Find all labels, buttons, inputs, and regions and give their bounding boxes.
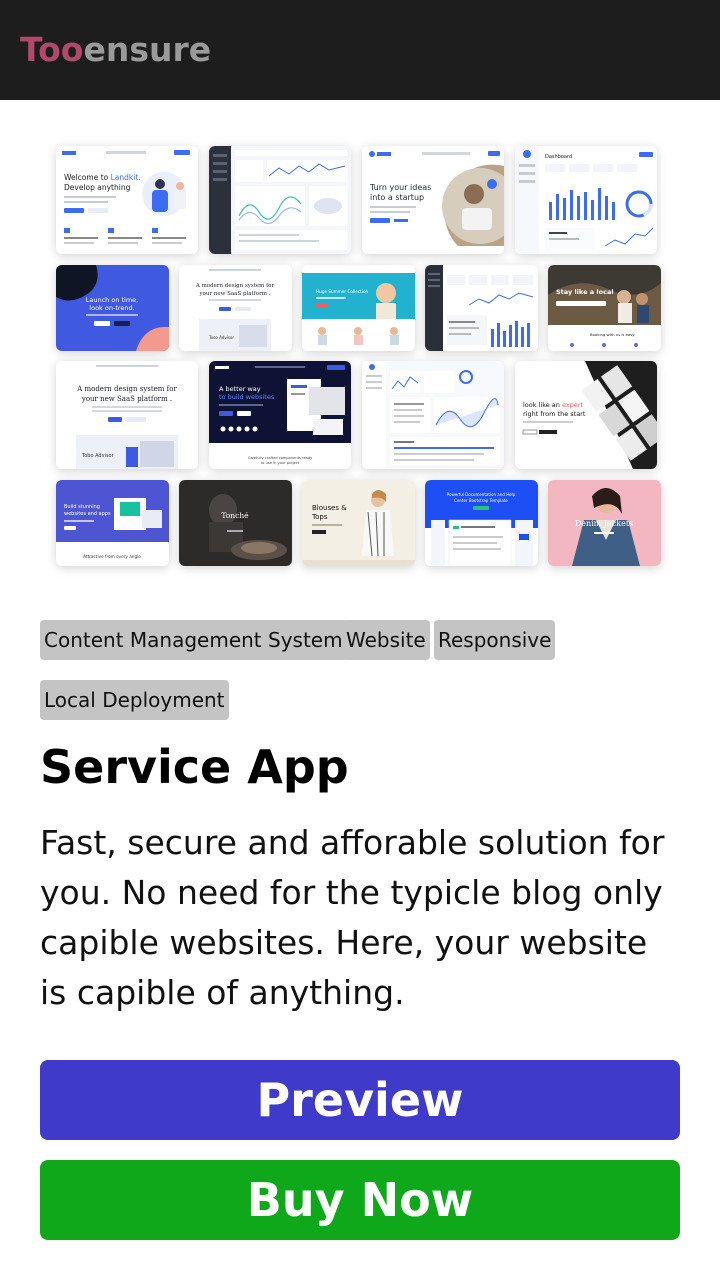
svg-text:Turn your ideas: Turn your ideas — [369, 183, 431, 192]
svg-text:Develop anything: Develop anything — [64, 183, 131, 192]
preview-tile-landkit: Welcome to Landkit. Develop anything — [56, 146, 198, 254]
preview-tile-stay-local: Stay like a local Booking with us is eas… — [548, 265, 661, 351]
svg-text:Dashboard: Dashboard — [545, 154, 572, 160]
svg-text:Carefully crafted components r: Carefully crafted components ready — [248, 456, 313, 460]
svg-text:Blouses &: Blouses & — [312, 504, 347, 512]
preview-tile-dashboard-dark — [209, 146, 351, 254]
svg-text:websites and apps: websites and apps — [64, 511, 111, 517]
preview-tile-dashboard: Dashboard — [515, 146, 657, 254]
svg-text:A modern design system for: A modern design system for — [76, 385, 177, 393]
logo-part-1: Too — [20, 30, 84, 69]
svg-text:to use in your project: to use in your project — [261, 461, 300, 465]
svg-text:Denim Jackets: Denim Jackets — [575, 519, 633, 528]
svg-text:Booking with us is easy: Booking with us is easy — [590, 332, 635, 337]
brand-logo[interactable]: Tooensure — [20, 30, 211, 69]
preview-tile-expert: look like an expert right from the start — [515, 361, 657, 469]
logo-part-2: ensure — [83, 30, 212, 69]
svg-text:right from the start: right from the start — [523, 410, 586, 418]
template-preview-collage: Welcome to Landkit. Develop anything Tur… — [40, 130, 680, 590]
preview-tile-launch: Launch on time, look on-trend. — [56, 265, 169, 351]
product-title: Service App — [40, 740, 349, 794]
preview-tile-build-stunning: Build stunning websites and apps Attract… — [56, 480, 169, 566]
preview-tile-admin-dark — [425, 265, 538, 351]
svg-text:your new SaaS platform .: your new SaaS platform . — [81, 395, 172, 403]
preview-tile-better-way: A better way to build websites Carefully… — [209, 361, 351, 469]
product-description: Fast, secure and afforable solution for … — [40, 823, 665, 1012]
preview-tile-denim: Denim Jackets — [548, 480, 661, 566]
preview-tile-documentation: Powerful Documentation and Help Center B… — [425, 480, 538, 566]
svg-text:into a startup: into a startup — [370, 193, 424, 202]
svg-text:Powerful Documentation and Hel: Powerful Documentation and Help — [447, 492, 516, 497]
svg-text:your new SaaS platform .: your new SaaS platform . — [199, 291, 271, 297]
svg-text:look like an expert: look like an expert — [523, 401, 583, 409]
svg-text:Center Bootstrap Template: Center Bootstrap Template — [454, 498, 508, 503]
svg-text:Build stunning: Build stunning — [64, 504, 100, 510]
svg-text:look on-trend.: look on-trend. — [89, 304, 134, 312]
preview-tile-blouses: Blouses & Tops — [302, 480, 415, 566]
svg-text:Tops: Tops — [311, 513, 328, 521]
preview-button[interactable]: Preview — [40, 1060, 680, 1140]
svg-text:Huge Summer Collection: Huge Summer Collection — [316, 289, 369, 294]
svg-text:Tobo Advisor: Tobo Advisor — [81, 453, 115, 459]
svg-text:A modern design system for: A modern design system for — [195, 283, 275, 289]
svg-text:Launch on time,: Launch on time, — [86, 296, 139, 304]
svg-text:Toco Advisor: Toco Advisor — [208, 335, 234, 340]
tag-website[interactable]: Website — [342, 620, 430, 660]
svg-text:to build websites: to build websites — [219, 393, 275, 401]
svg-text:Attractive from every angle: Attractive from every angle — [83, 554, 141, 559]
preview-tile-admin-light — [362, 361, 504, 469]
svg-text:Tonché: Tonché — [221, 511, 249, 520]
preview-tile-front: Turn your ideas into a startup — [362, 146, 504, 254]
preview-tile-saas-2: A modern design system for your new SaaS… — [56, 361, 198, 469]
preview-tile-saas: A modern design system for your new SaaS… — [179, 265, 292, 351]
svg-text:A better way: A better way — [219, 385, 261, 393]
tag-cms[interactable]: Content Management System — [40, 620, 347, 660]
preview-tile-tonche: Tonché — [179, 480, 292, 566]
svg-text:Stay like a local: Stay like a local — [556, 288, 614, 296]
buy-now-button[interactable]: Buy Now — [40, 1160, 680, 1240]
preview-tile-summer: Huge Summer Collection — [302, 265, 415, 351]
tag-responsive[interactable]: Responsive — [434, 620, 556, 660]
top-navbar: Tooensure — [0, 0, 720, 100]
tile-headline: Welcome to Landkit. — [64, 173, 141, 182]
tag-local-deployment[interactable]: Local Deployment — [40, 680, 229, 720]
